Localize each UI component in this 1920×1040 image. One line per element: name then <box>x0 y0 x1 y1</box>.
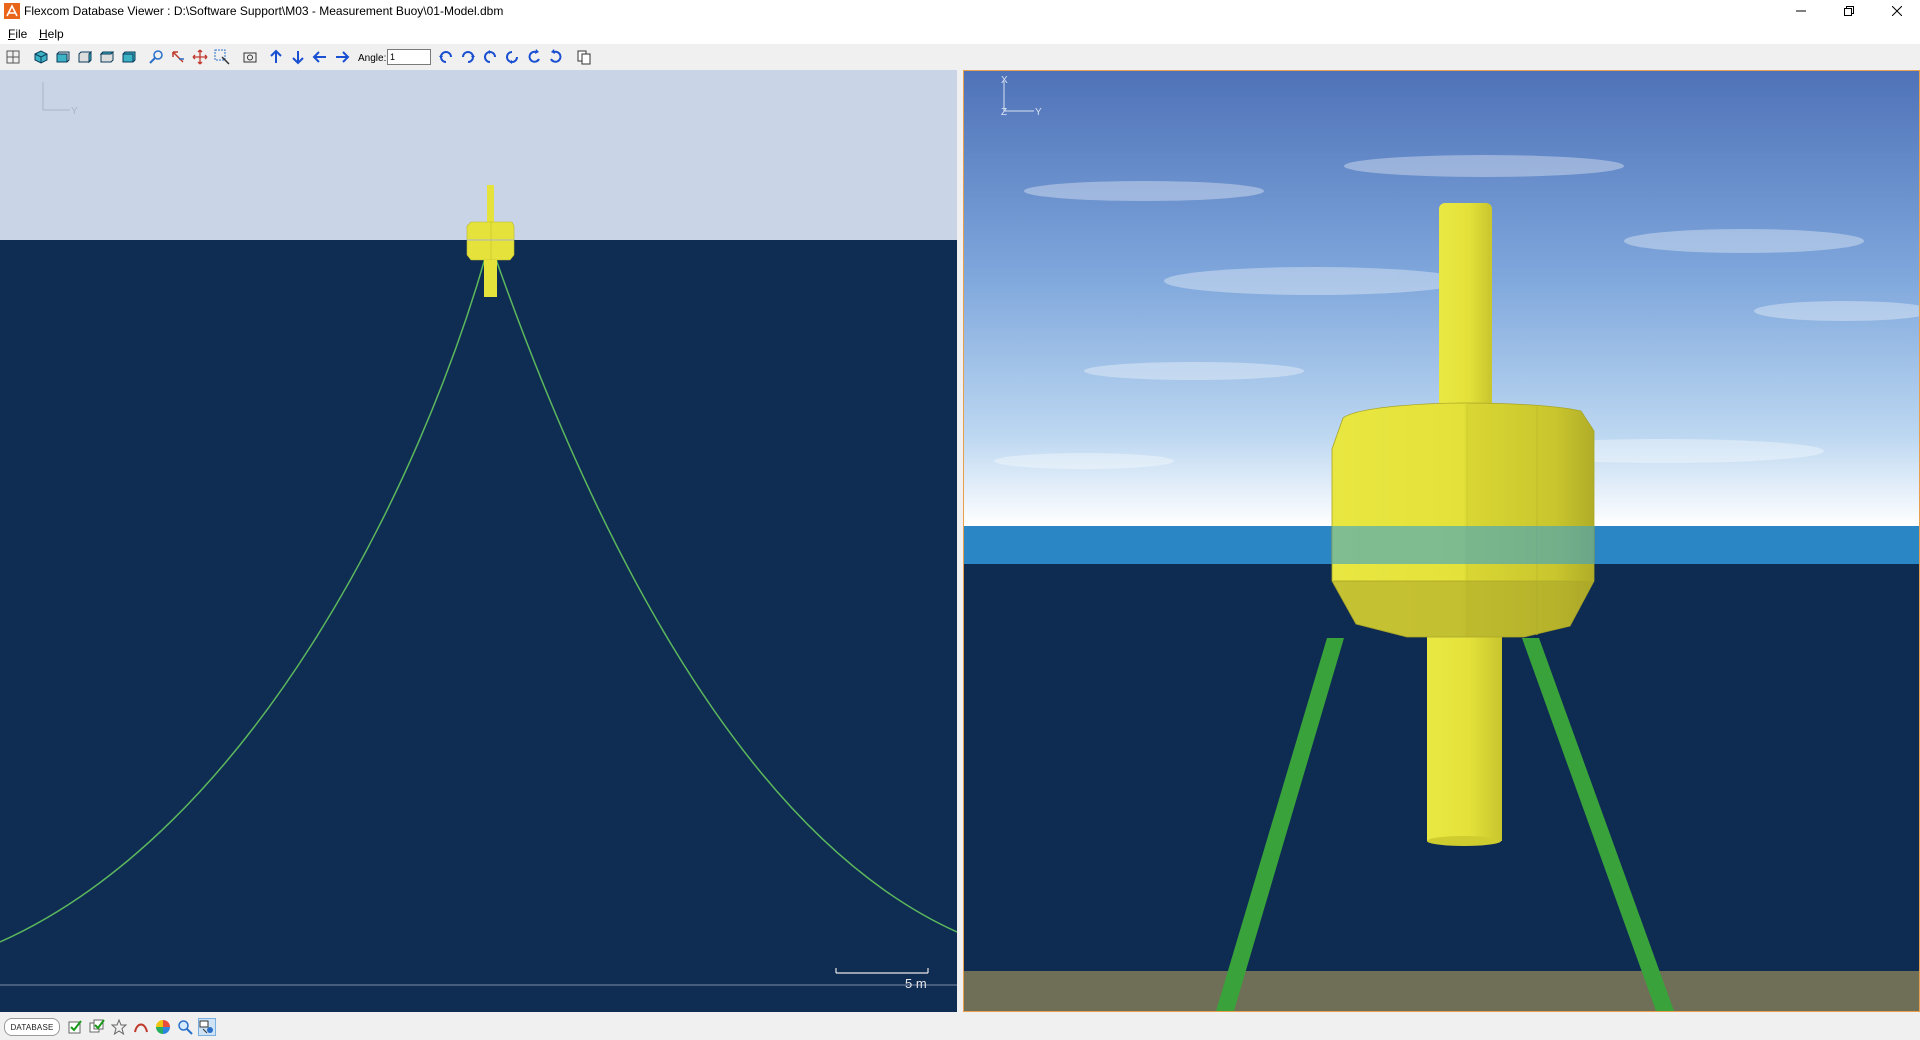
close-button[interactable] <box>1874 0 1920 22</box>
minimize-icon <box>1796 10 1806 12</box>
axis-label-z: Z <box>1001 107 1007 118</box>
arrow-left-button[interactable] <box>310 47 330 67</box>
zoom-out-icon <box>172 51 184 63</box>
sea-area <box>0 240 957 1012</box>
check-button[interactable] <box>66 1018 84 1036</box>
rotate-up-button[interactable] <box>480 47 500 67</box>
camera-button[interactable] <box>240 47 260 67</box>
angle-label: Angle: <box>358 53 387 64</box>
copy-icon <box>577 50 591 65</box>
axis-label-y: Y <box>1035 107 1042 118</box>
restore-button[interactable] <box>1826 0 1872 22</box>
curve-icon <box>134 1023 148 1033</box>
arrow-up-button[interactable] <box>266 47 286 67</box>
rotate-left-icon <box>439 51 452 63</box>
axis-label-y: Y <box>71 106 78 117</box>
view-top-button[interactable] <box>97 47 117 67</box>
arrow-down-icon <box>292 51 304 65</box>
search-button[interactable] <box>176 1018 194 1036</box>
check-multi-icon <box>89 1019 105 1033</box>
view-top-icon <box>99 51 115 63</box>
minimize-button[interactable] <box>1778 0 1824 22</box>
spin-ccw-icon <box>550 49 562 63</box>
rotate-down-button[interactable] <box>502 47 522 67</box>
side-view-canvas: Y <box>0 70 957 1012</box>
status-bar: DATABASE <box>0 1012 1920 1040</box>
menu-file[interactable]: File <box>8 27 27 41</box>
toolbar: Angle: <box>0 44 1920 71</box>
view-iso-button[interactable] <box>31 47 51 67</box>
spin-cw-icon <box>528 49 540 63</box>
view-front-icon <box>56 51 70 63</box>
title-bar: Flexcom Database Viewer : D:\Software Su… <box>0 0 1920 22</box>
database-button[interactable]: DATABASE <box>4 1018 60 1036</box>
arrow-down-button[interactable] <box>288 47 308 67</box>
view-iso-icon <box>34 50 48 64</box>
menu-bar: File Help <box>0 22 1920 44</box>
view-side-icon <box>78 50 92 64</box>
pan-button[interactable] <box>190 47 210 67</box>
window-title: Flexcom Database Viewer : D:\Software Su… <box>24 4 504 18</box>
close-icon <box>1892 6 1902 16</box>
rotate-right-icon <box>462 51 475 63</box>
camera-icon <box>243 52 257 63</box>
app-logo-icon <box>4 3 20 19</box>
curve-button[interactable] <box>132 1018 150 1036</box>
settings-view-icon <box>199 1020 213 1034</box>
arrow-up-icon <box>270 49 282 63</box>
seabed <box>964 971 1919 1011</box>
rotate-left-button[interactable] <box>436 47 456 67</box>
3d-view-canvas: X Z Y <box>964 71 1919 1011</box>
grid-icon <box>6 50 20 64</box>
view-side-button[interactable] <box>75 47 95 67</box>
copy-button[interactable] <box>574 47 594 67</box>
zoom-box-button[interactable] <box>212 47 232 67</box>
spin-ccw-button[interactable] <box>546 47 566 67</box>
view-back-icon <box>122 51 136 63</box>
sky-area <box>0 70 957 240</box>
rotate-right-button[interactable] <box>458 47 478 67</box>
axis-label-x: X <box>1001 75 1008 86</box>
restore-icon <box>1844 6 1854 16</box>
zoom-in-button[interactable] <box>146 47 166 67</box>
search-icon <box>178 1020 193 1035</box>
grid-button[interactable] <box>3 47 23 67</box>
star-button[interactable] <box>110 1018 128 1036</box>
pan-icon <box>192 49 208 65</box>
zoom-out-button[interactable] <box>168 47 188 67</box>
zoom-box-icon <box>214 49 230 65</box>
view-back-button[interactable] <box>119 47 139 67</box>
side-view-viewport[interactable]: Y 5 m <box>0 70 957 1012</box>
color-wheel-icon <box>156 1020 170 1034</box>
scale-bar-label: 5 m <box>905 976 927 991</box>
rotate-up-icon <box>484 50 496 63</box>
zoom-in-icon <box>149 50 163 64</box>
star-icon <box>111 1019 127 1035</box>
color-wheel-button[interactable] <box>154 1018 172 1036</box>
rotate-down-icon <box>506 51 518 64</box>
arrow-right-button[interactable] <box>332 47 352 67</box>
check-icon <box>68 1020 82 1034</box>
view-front-button[interactable] <box>53 47 73 67</box>
check-multi-button[interactable] <box>88 1018 106 1036</box>
spin-cw-button[interactable] <box>524 47 544 67</box>
arrow-left-icon <box>312 51 326 63</box>
3d-view-viewport[interactable]: X Z Y <box>963 70 1920 1012</box>
settings-view-button[interactable] <box>198 1018 216 1036</box>
arrow-right-icon <box>336 51 350 63</box>
menu-help[interactable]: Help <box>39 27 64 41</box>
angle-input[interactable] <box>387 49 431 65</box>
